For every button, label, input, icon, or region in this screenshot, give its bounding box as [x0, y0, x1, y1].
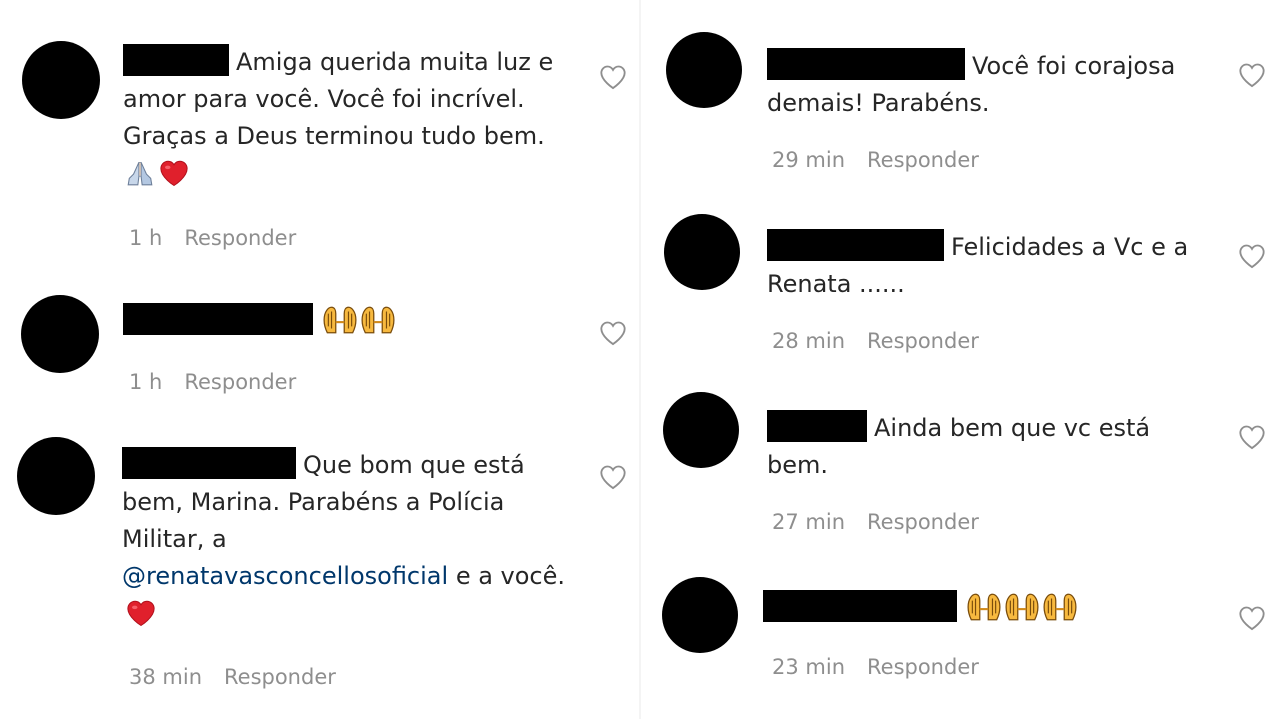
redacted-username	[767, 48, 965, 80]
reply-button[interactable]: Responder	[867, 329, 979, 353]
comment-time: 38 min	[129, 665, 202, 689]
redacted-username	[767, 229, 944, 261]
heart-outline-icon[interactable]	[1238, 605, 1266, 631]
raised-hands-emoji	[966, 592, 1002, 633]
avatar[interactable]	[666, 32, 742, 108]
reply-button[interactable]: Responder	[184, 370, 296, 394]
avatar[interactable]	[17, 437, 95, 515]
heart-outline-icon[interactable]	[1238, 243, 1266, 269]
raised-hands-emoji	[1004, 592, 1040, 633]
comment-meta: 28 min Responder	[772, 329, 979, 353]
redacted-username	[767, 410, 867, 442]
red-heart-emoji	[159, 159, 189, 198]
reply-button[interactable]: Responder	[867, 510, 979, 534]
comment-body: Amiga querida muita luz e amor para você…	[123, 44, 573, 198]
comment-meta: 27 min Responder	[772, 510, 979, 534]
comment-body: Que bom que está bem, Marina. Parabéns a…	[122, 447, 572, 638]
raised-hands-emoji	[1042, 592, 1078, 633]
heart-outline-icon[interactable]	[599, 64, 627, 90]
comment-meta: 23 min Responder	[772, 655, 979, 679]
redacted-username	[122, 447, 296, 479]
comment-body	[763, 590, 1223, 633]
comment-body	[123, 303, 573, 346]
reply-button[interactable]: Responder	[867, 655, 979, 679]
left-comments-panel: Amiga querida muita luz e amor para você…	[0, 0, 640, 719]
comment-meta: 29 min Responder	[772, 148, 979, 172]
comment-meta: 1 h Responder	[129, 226, 296, 250]
avatar[interactable]	[663, 392, 739, 468]
avatar[interactable]	[22, 41, 100, 119]
redacted-username	[123, 44, 229, 76]
comment-time: 29 min	[772, 148, 845, 172]
comment-time: 1 h	[129, 370, 163, 394]
comment-body: Ainda bem que vc está bem.	[767, 410, 1217, 484]
red-heart-emoji	[126, 599, 156, 638]
avatar[interactable]	[662, 577, 738, 653]
comment-body: Você foi corajosa demais! Parabéns.	[767, 48, 1217, 122]
avatar[interactable]	[664, 214, 740, 290]
reply-button[interactable]: Responder	[867, 148, 979, 172]
avatar[interactable]	[21, 295, 99, 373]
reply-button[interactable]: Responder	[184, 226, 296, 250]
raised-hands-emoji	[322, 305, 358, 346]
reply-button[interactable]: Responder	[224, 665, 336, 689]
comment-body: Felicidades a Vc e a Renata ......	[767, 229, 1217, 303]
comment-time: 23 min	[772, 655, 845, 679]
comment-text: e a você.	[455, 562, 566, 590]
comment-time: 27 min	[772, 510, 845, 534]
redacted-username	[123, 303, 313, 335]
heart-outline-icon[interactable]	[599, 320, 627, 346]
comment-meta: 38 min Responder	[129, 665, 336, 689]
heart-outline-icon[interactable]	[1238, 62, 1266, 88]
right-comments-panel: Você foi corajosa demais! Parabéns. 29 m…	[640, 0, 1280, 719]
heart-outline-icon[interactable]	[1238, 424, 1266, 450]
comment-meta: 1 h Responder	[129, 370, 296, 394]
praying-hands-emoji	[125, 159, 155, 198]
mention-link[interactable]: @renatavasconcellosoficial	[122, 562, 448, 590]
comment-time: 1 h	[129, 226, 163, 250]
comment-time: 28 min	[772, 329, 845, 353]
raised-hands-emoji	[360, 305, 396, 346]
heart-outline-icon[interactable]	[599, 464, 627, 490]
redacted-username	[763, 590, 957, 622]
